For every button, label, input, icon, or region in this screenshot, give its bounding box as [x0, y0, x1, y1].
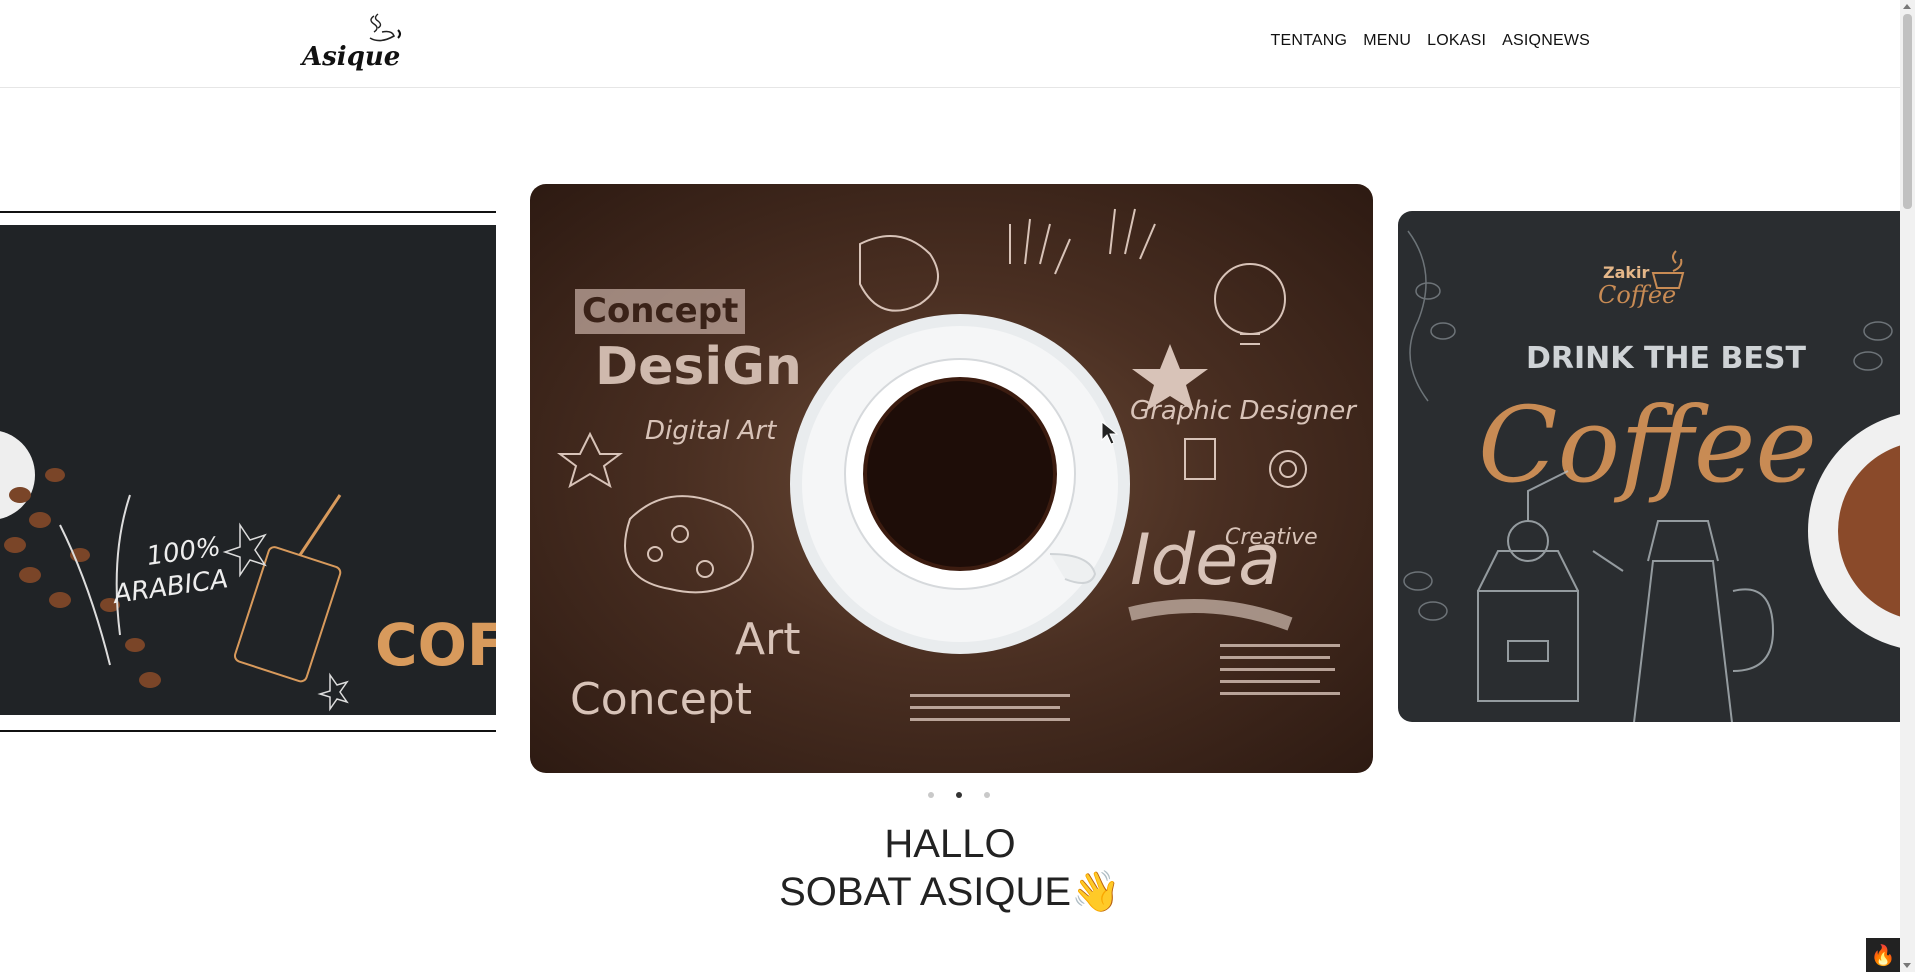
design-text: DesiGn — [595, 337, 802, 397]
scroll-thumb[interactable] — [1903, 14, 1912, 209]
coffee-script: Coffee — [1478, 384, 1817, 506]
asique-logo[interactable]: Asique — [300, 10, 410, 78]
waving-hand-icon: 👋 — [1071, 870, 1121, 914]
graphic-designer-text: Graphic Designer — [1130, 396, 1358, 426]
nav-lokasi[interactable]: LOKASI — [1427, 32, 1486, 50]
nav-asiqnews[interactable]: ASIQNEWS — [1502, 32, 1590, 50]
fire-widget-button[interactable]: 🔥 — [1866, 938, 1900, 972]
nav-menu: TENTANG MENU LOKASI ASIQNEWS — [1271, 32, 1590, 50]
page-scrollbar[interactable] — [1900, 0, 1915, 972]
carousel-indicators — [928, 792, 990, 798]
coffee-word: COFFEE — [375, 611, 496, 679]
carousel-dot-2[interactable] — [956, 792, 962, 798]
greeting-line-1: HALLO — [884, 822, 1016, 866]
zakir-brand: Zakir — [1603, 263, 1650, 282]
idea-text: Idea — [1130, 519, 1281, 601]
concept-text: Concept — [582, 291, 738, 331]
greeting-heading: HALLO SOBAT ASIQUE👋 — [700, 820, 1200, 916]
digital-art-text: Digital Art — [645, 416, 777, 446]
coffee-brand: Coffee — [1598, 281, 1676, 309]
carousel-slide-left[interactable]: 100% ARABICA COFFEE — [0, 211, 496, 732]
carousel-slide-right[interactable]: Zakir Coffee DRINK THE BEST Coffee — [1398, 211, 1900, 722]
logo-text: Asique — [300, 42, 400, 72]
greeting-line-2-text: SOBAT ASIQUE — [779, 870, 1072, 914]
art-text: Art — [735, 614, 800, 665]
carousel-slide-center[interactable]: Concept DesiGn Digital Art Graphic Desig… — [530, 184, 1373, 773]
nav-tentang[interactable]: TENTANG — [1271, 32, 1348, 50]
carousel-dot-1[interactable] — [928, 792, 934, 798]
arabica-text: ARABICA — [110, 564, 230, 610]
fire-icon: 🔥 — [1870, 944, 1896, 967]
scroll-down-icon[interactable] — [1903, 963, 1911, 968]
scroll-up-icon[interactable] — [1903, 4, 1911, 9]
slide-left-image: 100% ARABICA COFFEE — [0, 225, 496, 715]
navbar: Asique TENTANG MENU LOKASI ASIQNEWS — [0, 0, 1900, 88]
carousel-dot-3[interactable] — [984, 792, 990, 798]
drink-the-best: DRINK THE BEST — [1526, 341, 1806, 376]
greeting-line-2: SOBAT ASIQUE👋 — [700, 868, 1200, 916]
concept2-text: Concept — [570, 674, 752, 725]
nav-menu-link[interactable]: MENU — [1363, 32, 1411, 50]
